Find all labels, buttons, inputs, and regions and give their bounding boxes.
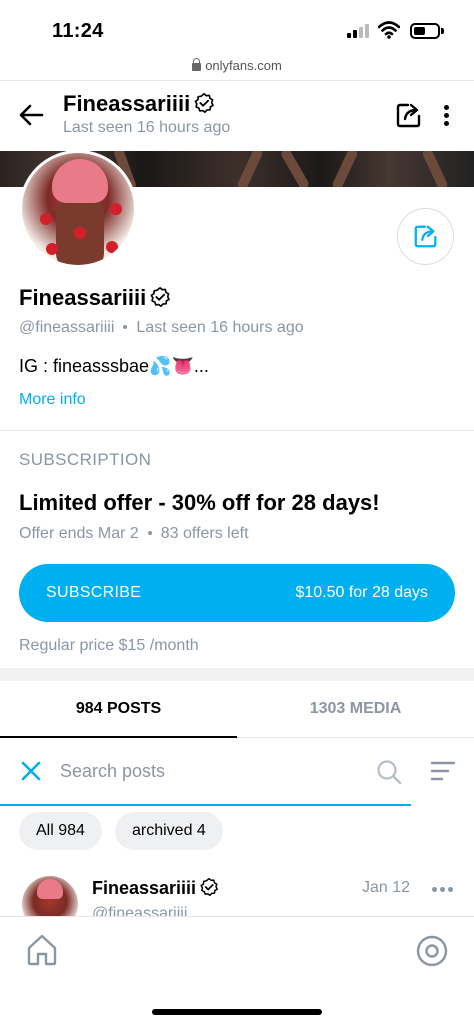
profile-bio: IG : fineasssbae💦👅... [19,356,209,376]
signal-icon [347,24,371,38]
home-icon[interactable] [25,933,59,967]
profile-icon[interactable] [416,935,448,967]
subscribe-label: SUBSCRIBE [46,584,142,601]
share-icon[interactable] [395,101,423,129]
filter-icon[interactable] [430,760,456,782]
search-icon[interactable] [376,759,402,785]
regular-price: Regular price $15 /month [19,637,199,654]
more-info-link[interactable]: More info [19,391,86,409]
post-date: Jan 12 [362,879,411,896]
more-vertical-icon[interactable] [437,101,455,129]
url-bar[interactable]: onlyfans.com [0,58,474,80]
back-arrow-icon[interactable] [16,100,46,130]
section-separator [0,668,474,681]
separator-dot [147,531,152,535]
subscribe-button[interactable]: SUBSCRIBE $10.50 for 28 days [19,564,455,622]
post-author-name: Fineassariiii [92,878,197,898]
verified-icon [150,287,170,307]
divider [0,80,474,81]
offer-ends: Offer ends Mar 2 [19,525,139,542]
offers-left: 83 offers left [160,525,249,542]
profile-last-seen: Last seen 16 hours ago [136,319,304,336]
search-input[interactable] [60,754,360,788]
offer-details: Offer ends Mar 2 83 offers left [19,525,249,543]
url-text: onlyfans.com [205,58,282,73]
search-underline [0,804,411,806]
verified-icon [194,93,214,113]
share-icon [414,225,437,248]
header-last-seen: Last seen 16 hours ago [63,119,231,136]
profile-name: Fineassariiii [19,285,171,311]
offer-title: Limited offer - 30% off for 28 days! [19,490,380,515]
lock-icon [192,58,202,71]
bottom-nav [0,916,474,1025]
filter-chip-archived[interactable]: archived 4 [115,812,223,850]
subscribe-price: $10.50 for 28 days [295,584,428,601]
close-icon[interactable] [20,760,42,782]
divider [0,430,474,431]
wifi-icon [378,21,400,39]
status-bar: 11:24 [0,0,474,56]
verified-icon [200,877,218,897]
subscription-section-title: SUBSCRIPTION [19,450,152,469]
filter-chip-all[interactable]: All 984 [19,812,102,850]
profile-name-text: Fineassariiii [19,285,147,310]
header-name-text: Fineassariiii [63,91,191,116]
post-avatar[interactable] [22,876,78,916]
profile-handle: @fineassariiii [19,319,115,336]
post-author[interactable]: Fineassariiii [92,877,219,899]
home-indicator [152,1009,322,1015]
more-horizontal-icon[interactable] [432,887,454,893]
avatar[interactable] [19,150,137,268]
tab-media[interactable]: 1303 MEDIA [237,681,474,738]
profile-meta: @fineassariiii Last seen 16 hours ago [19,319,304,337]
tab-posts[interactable]: 984 POSTS [0,681,237,738]
header-title: Fineassariiii [63,91,215,117]
post-handle: @fineassariiii [92,905,188,916]
status-time: 11:24 [52,20,104,42]
share-profile-button[interactable] [397,208,454,265]
separator-dot [123,325,128,329]
battery-icon [410,23,444,39]
